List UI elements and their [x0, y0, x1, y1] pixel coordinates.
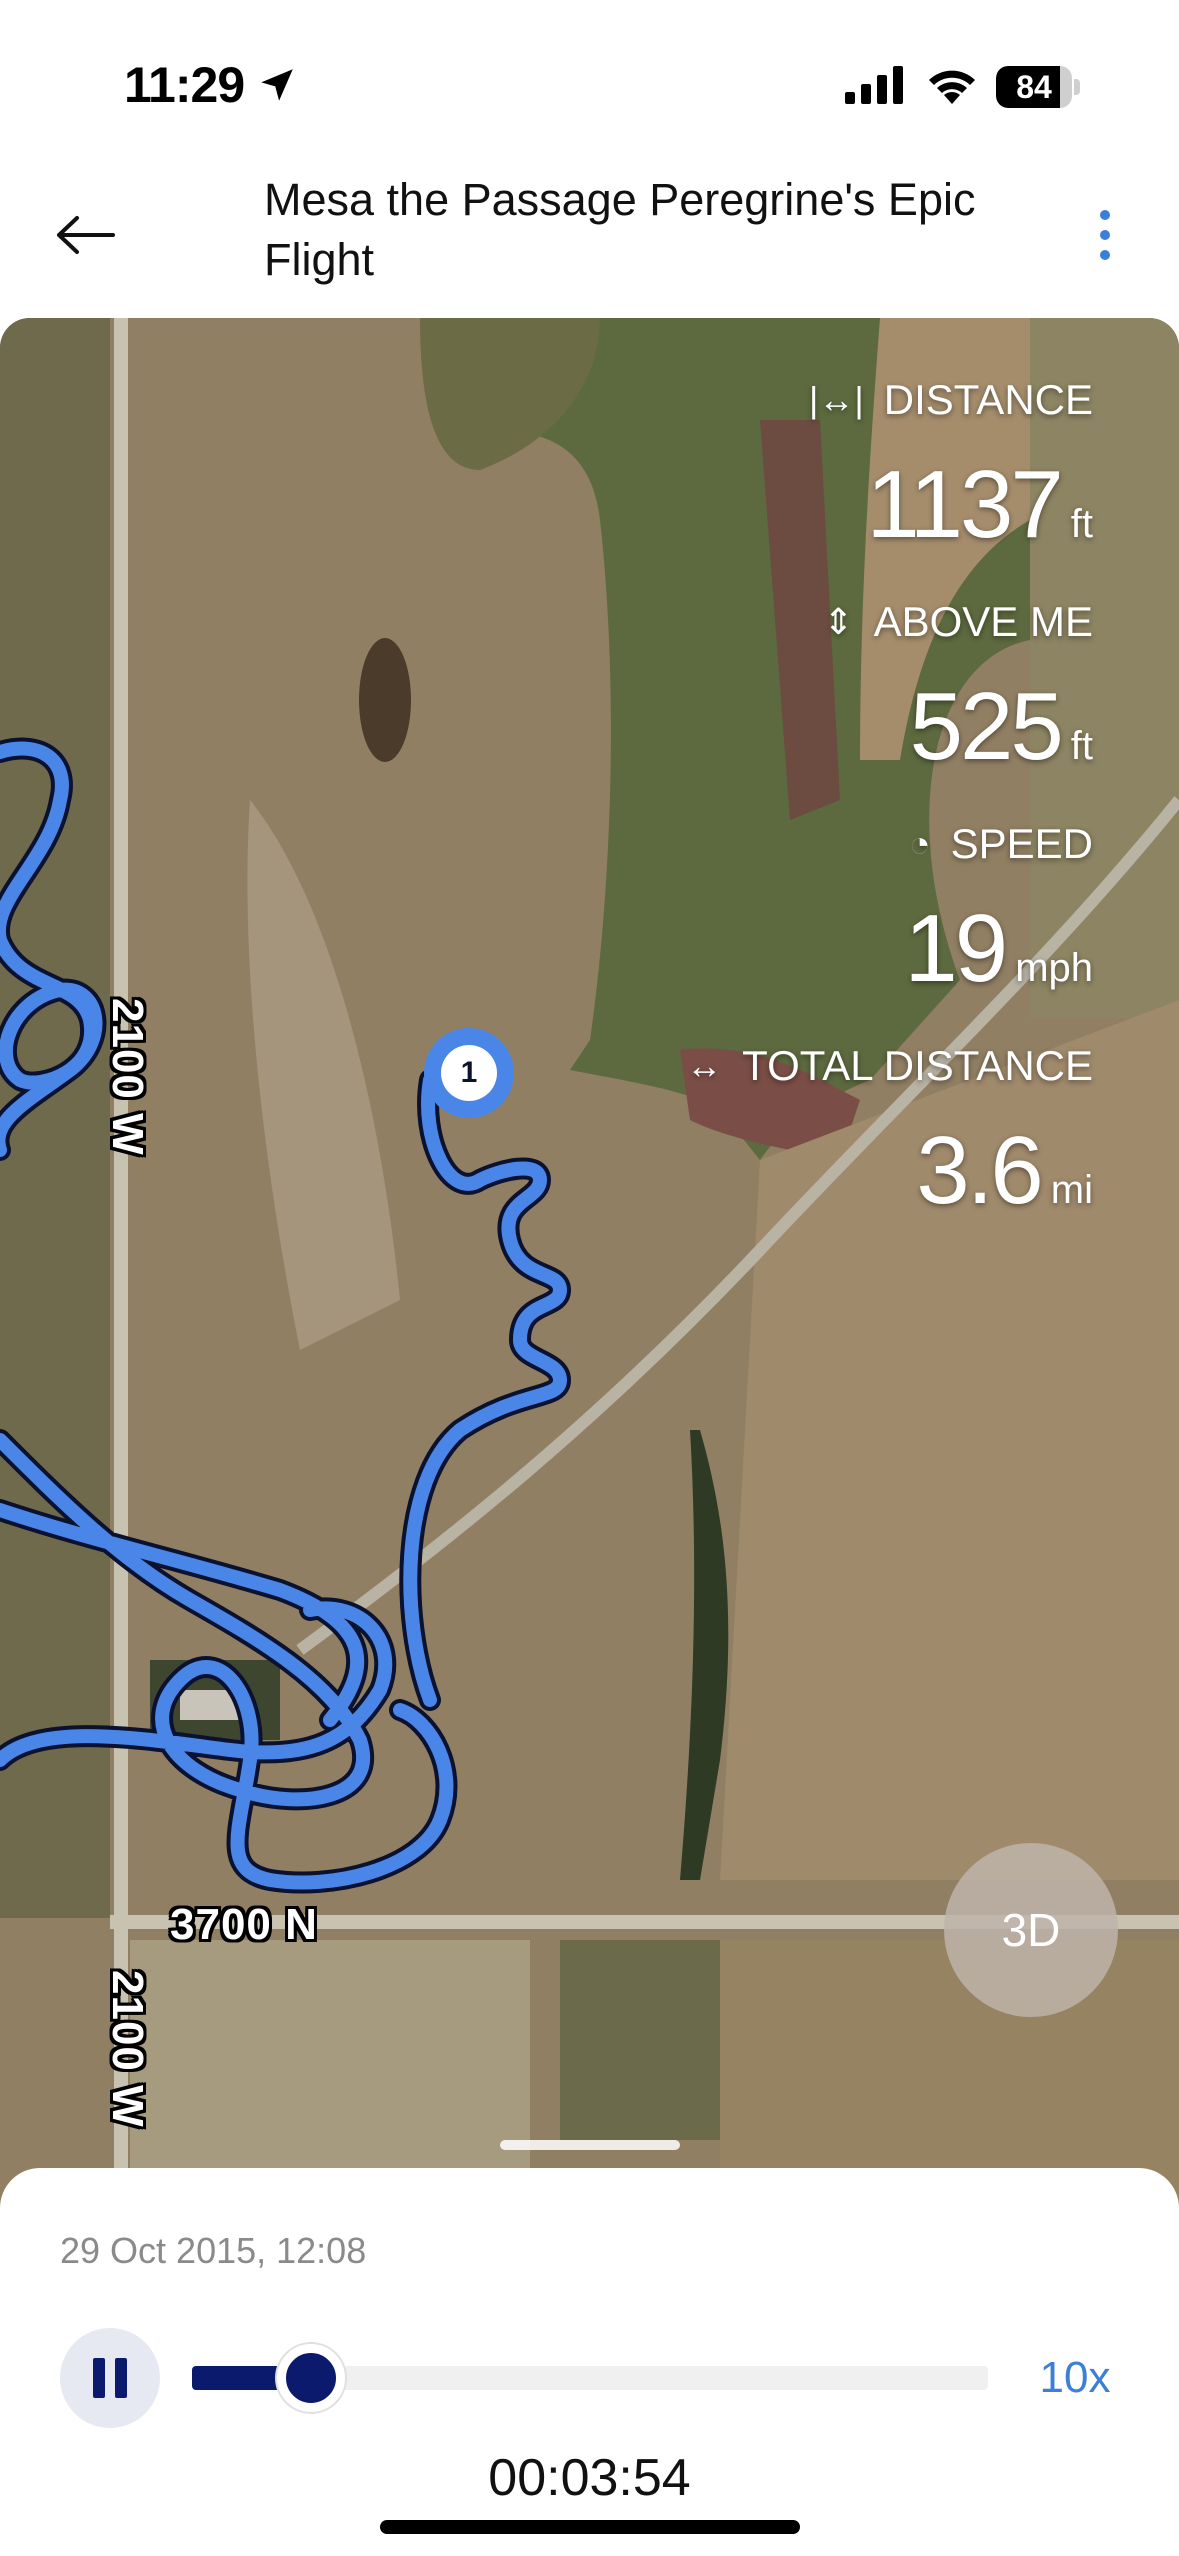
distance-icon: |↔| [809, 379, 864, 420]
flight-date-time: 29 Oct 2015, 12:08 [60, 2230, 367, 2271]
home-indicator [380, 2520, 800, 2534]
pause-icon [88, 2358, 132, 2398]
stat-total-distance: ↔ TOTAL DISTANCE 3.6 mi [493, 1036, 1093, 1246]
waypoint-marker-label: 1 [460, 1056, 478, 1089]
sheet-drag-handle[interactable] [500, 2140, 680, 2150]
battery-level: 84 [1016, 69, 1052, 105]
app-header: Mesa the Passage Peregrine's Epic Flight [0, 170, 1179, 295]
status-bar: 11:29 84 [0, 0, 1179, 170]
stat-label: TOTAL DISTANCE [742, 1042, 1093, 1089]
stat-value: 19 [904, 895, 1008, 1002]
stat-speed: ◔ SPEED 19 mph [493, 814, 1093, 1024]
more-options-button[interactable] [1080, 200, 1130, 270]
pause-button[interactable] [60, 2328, 160, 2428]
stat-value: 3.6 [916, 1117, 1043, 1224]
status-time: 11:29 [124, 57, 245, 113]
stat-label: ABOVE ME [873, 598, 1093, 645]
altitude-icon: ⇕ [823, 601, 854, 642]
back-button[interactable] [50, 200, 120, 270]
elapsed-time: 00:03:54 [488, 2449, 691, 2507]
cellular-signal-icon [845, 66, 903, 104]
stat-label: SPEED [950, 820, 1093, 867]
battery-icon: 84 [996, 66, 1080, 108]
stat-unit: mph [1015, 946, 1093, 990]
stat-unit: ft [1070, 724, 1093, 768]
playback-slider-thumb[interactable] [277, 2344, 346, 2412]
stat-label: DISTANCE [883, 376, 1093, 423]
playback-speed-button[interactable]: 10x [1020, 2348, 1130, 2408]
playback-slider[interactable] [192, 2344, 988, 2412]
speedometer-icon: ◔ [908, 823, 931, 864]
vertical-ellipsis-icon [1100, 210, 1110, 260]
page-title: Mesa the Passage Peregrine's Epic Flight [264, 174, 976, 285]
3d-view-button[interactable]: 3D [944, 1843, 1118, 2017]
stat-distance: |↔| DISTANCE 1137 ft [493, 370, 1093, 580]
wifi-icon [929, 70, 975, 104]
road-label: 2100 W [103, 998, 152, 1156]
road-label: 3700 N [170, 1900, 318, 1949]
road-label: 2100 W [103, 1970, 152, 2128]
stat-above-me: ⇕ ABOVE ME 525 ft [493, 592, 1093, 802]
flight-stats: |↔| DISTANCE 1137 ft ⇕ ABOVE ME 525 ft ◔ S… [493, 358, 1093, 1246]
stat-unit: mi [1050, 1168, 1093, 1212]
stat-value: 1137 [866, 451, 1063, 558]
stat-value: 525 [909, 673, 1064, 780]
arrow-left-icon [57, 216, 115, 254]
total-distance-icon: ↔ [686, 1045, 723, 1086]
location-arrow-icon [261, 69, 293, 101]
stat-unit: ft [1070, 502, 1093, 546]
playback-sheet: 29 Oct 2015, 12:08 10x 00:03:54 [0, 2168, 1179, 2556]
